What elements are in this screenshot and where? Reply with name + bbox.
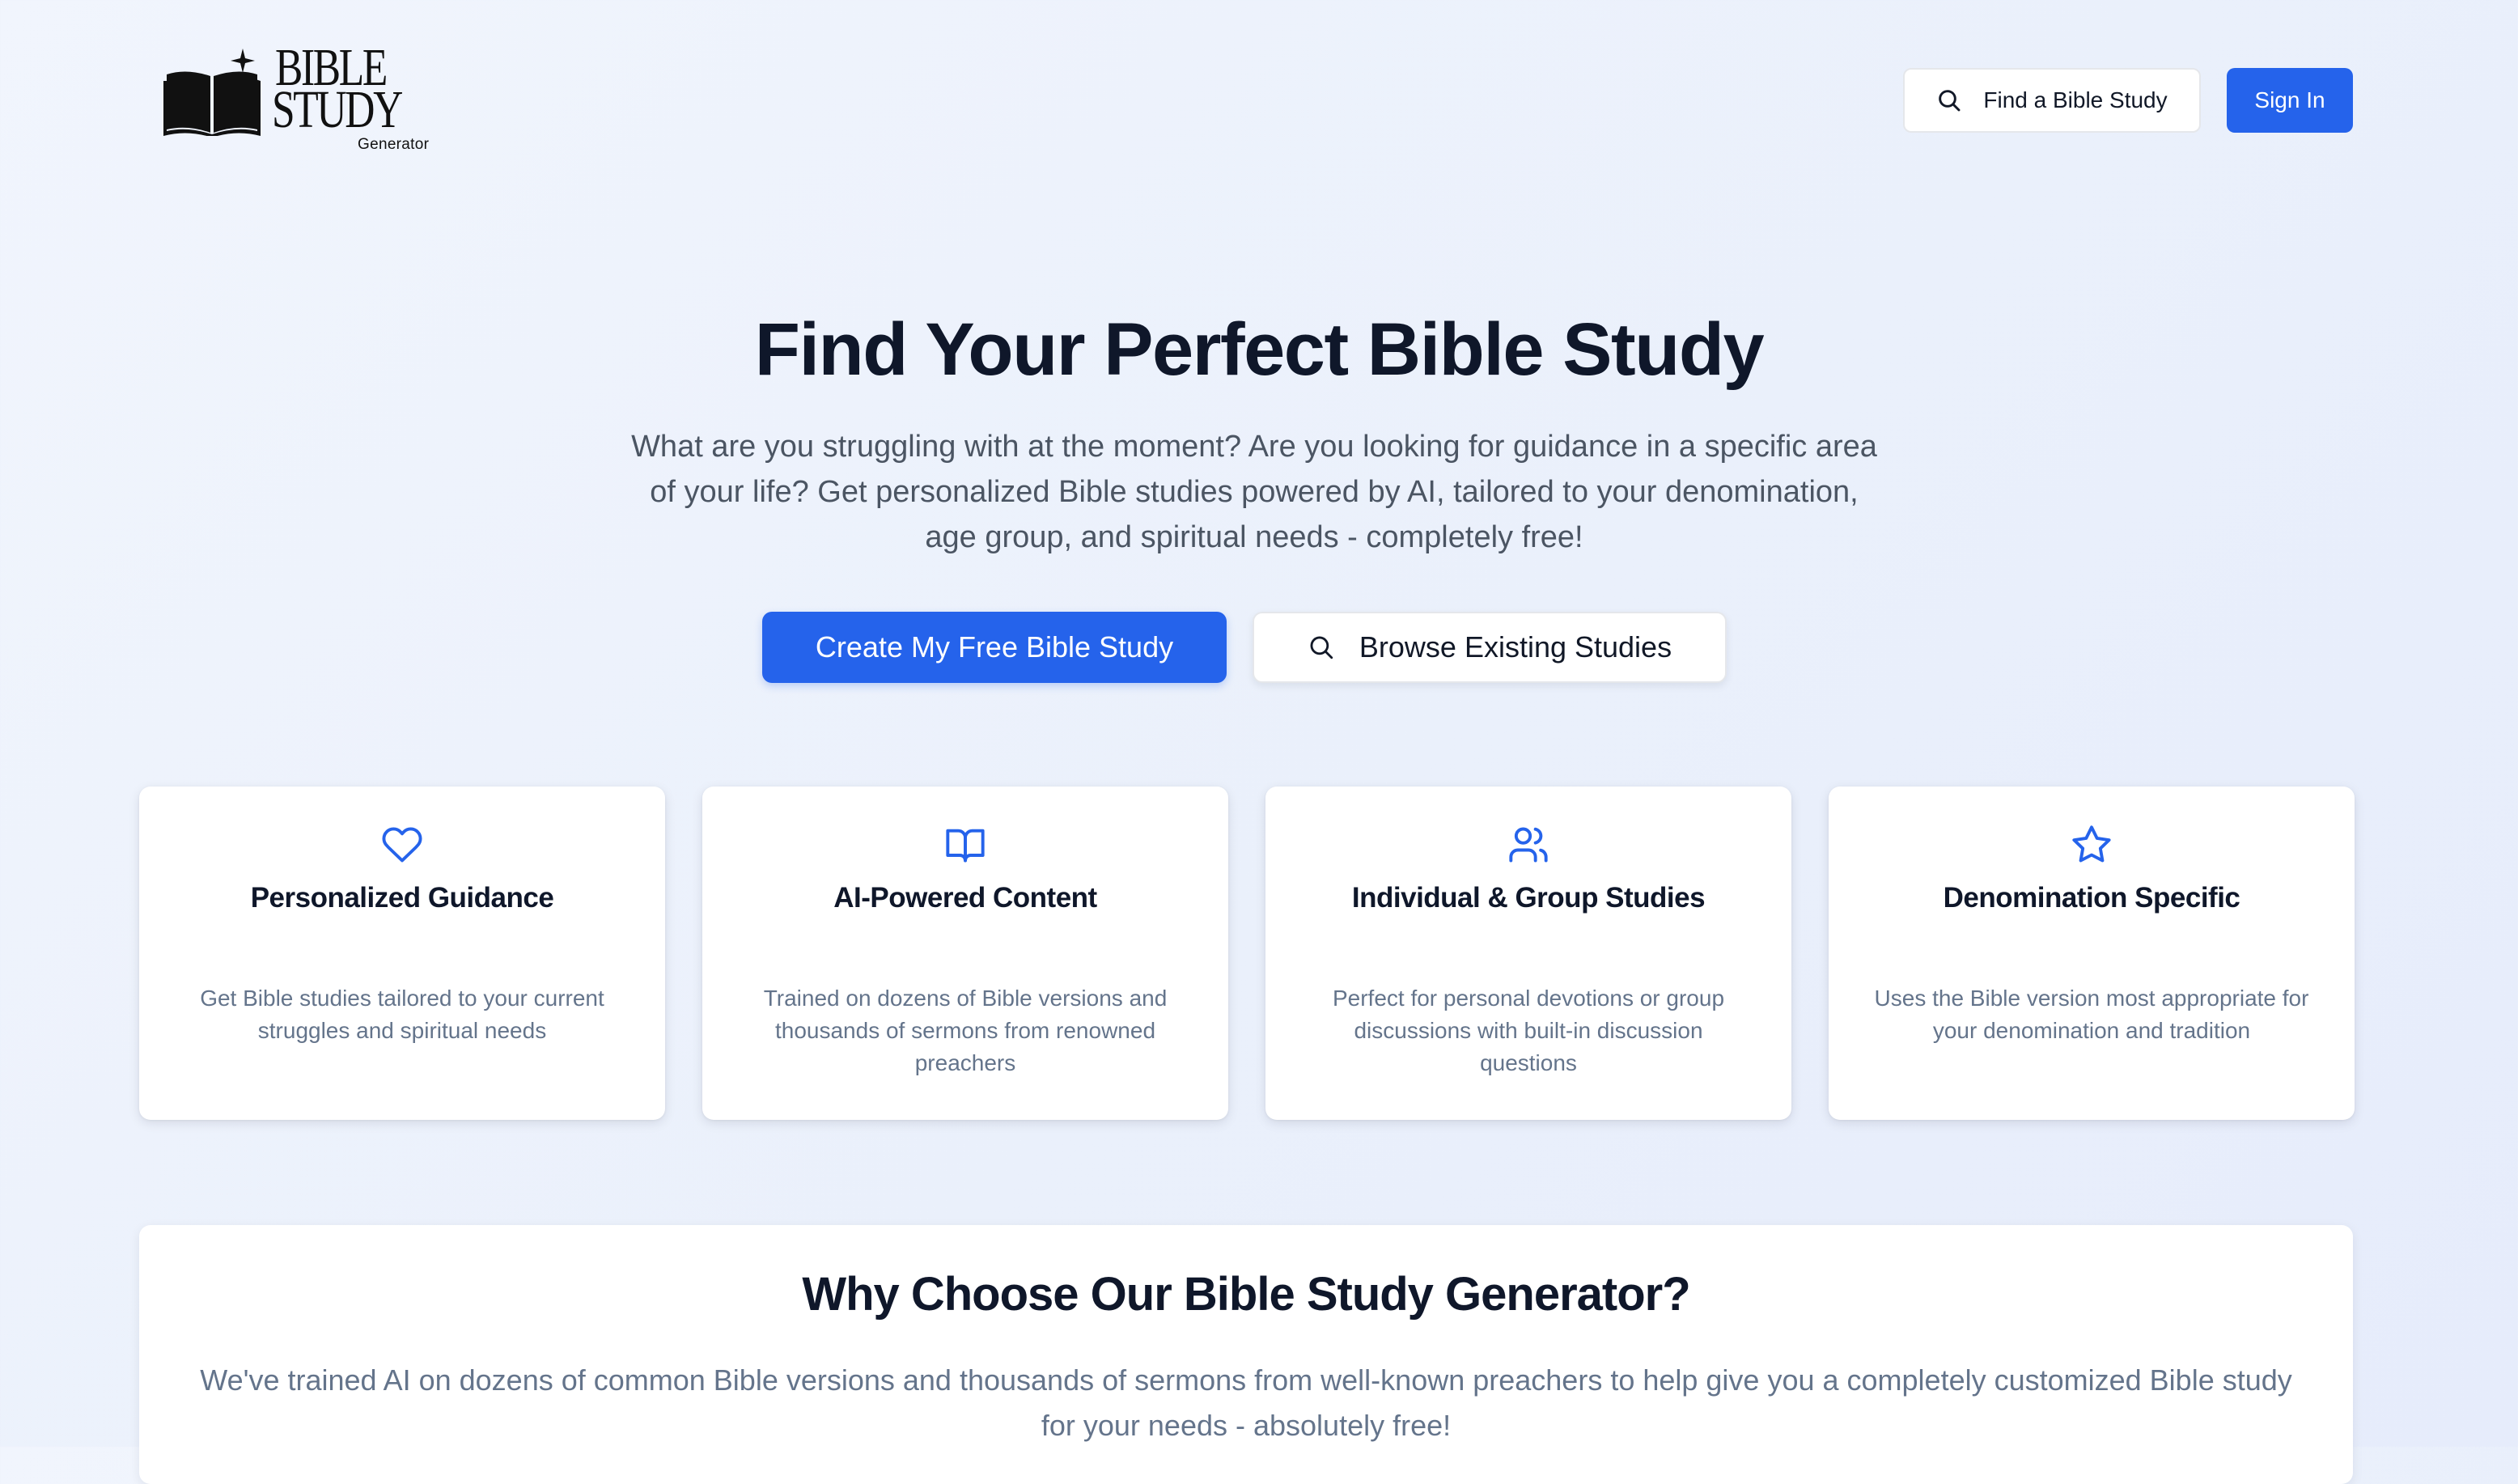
star-icon [2072, 825, 2111, 863]
search-icon [1939, 90, 1961, 112]
feature-description: Trained on dozens of Bible versions and … [763, 986, 1168, 1075]
feature-card-personalized-guidance: Personalized Guidance Get Bible studies … [139, 787, 665, 1120]
feature-card-ai-powered-content: AI-Powered Content Trained on dozens of … [702, 787, 1228, 1120]
users-icon [1509, 827, 1548, 863]
heart-icon [382, 827, 422, 863]
find-bible-study-button[interactable]: Find a Bible Study [1903, 68, 2201, 133]
site-logo[interactable]: BIBLE STUDY Generator [162, 39, 437, 160]
feature-title: Denomination Specific [1943, 882, 2240, 914]
browse-studies-label: Browse Existing Studies [1359, 630, 1672, 664]
hero-title: Find Your Perfect Bible Study [754, 308, 1765, 391]
hero-subtitle: What are you struggling with at the mome… [631, 430, 1877, 554]
sign-in-button[interactable]: Sign In [2227, 68, 2353, 133]
find-bible-study-label: Find a Bible Study [1983, 87, 2168, 112]
feature-title: Individual & Group Studies [1351, 882, 1706, 914]
why-choose-title: Why Choose Our Bible Study Generator? [802, 1268, 1690, 1321]
browse-studies-button[interactable]: Browse Existing Studies [1253, 612, 1727, 683]
feature-title: AI-Powered Content [833, 882, 1097, 914]
create-bible-study-button[interactable]: Create My Free Bible Study [762, 612, 1227, 683]
feature-description: Get Bible studies tailored to your curre… [200, 986, 604, 1043]
why-choose-text: We've trained AI on dozens of common Bib… [200, 1363, 2292, 1442]
feature-card-denomination-specific: Denomination Specific Uses the Bible ver… [1829, 787, 2355, 1120]
search-icon [1310, 636, 1333, 659]
bible-book-icon [163, 49, 261, 136]
logo-tagline: Generator [358, 136, 430, 153]
feature-description: Uses the Bible version most appropriate … [1874, 986, 2309, 1043]
feature-description: Perfect for personal devotions or group … [1332, 986, 1725, 1075]
feature-card-individual-group-studies: Individual & Group Studies Perfect for p… [1265, 787, 1791, 1120]
logo-text-study: STUDY [272, 80, 403, 139]
why-choose-section: Why Choose Our Bible Study Generator? We… [139, 1225, 2353, 1484]
open-book-icon [946, 829, 985, 863]
feature-title: Personalized Guidance [250, 882, 554, 914]
